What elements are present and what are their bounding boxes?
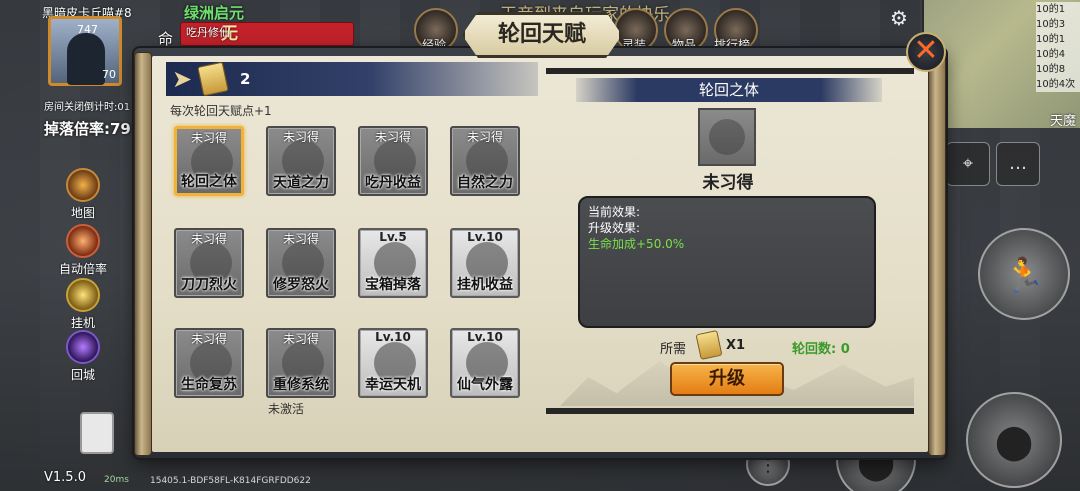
talent-name: 重修系统 xyxy=(273,377,329,393)
talent-points-count: 2 xyxy=(240,70,251,88)
auto-rate-icon xyxy=(66,224,100,258)
upgrade-button[interactable]: 升级 xyxy=(670,362,784,396)
menu-map-label: 地图 xyxy=(70,206,95,220)
menu-idle[interactable]: 挂机 xyxy=(50,278,116,331)
settings-gear-icon[interactable]: ⚙ xyxy=(890,6,908,30)
player-level: 70 xyxy=(102,68,116,81)
avatar-silhouette xyxy=(67,33,105,85)
close-button[interactable]: ✕ xyxy=(906,32,946,72)
minimap-labels: 10的1 10的3 10的1 10的4 10的8 10的4次 xyxy=(1036,2,1080,92)
server-mode-label: 绿洲启元 xyxy=(184,4,245,22)
talent-status: 未习得 xyxy=(282,232,319,246)
effect-box: 当前效果: 升级效果: 生命加成+50.0% xyxy=(578,196,876,328)
talent-name: 天道之力 xyxy=(273,175,329,191)
talent-status: 未习得 xyxy=(466,130,503,144)
room-close-timer: 房间关闭倒计时:01 xyxy=(44,102,131,113)
minimap-label: 10的4 xyxy=(1036,49,1066,60)
cost-count: X1 xyxy=(726,338,746,353)
menu-return-city-label: 回城 xyxy=(70,368,95,382)
ping-label: 20ms xyxy=(104,475,129,485)
talent-status: 未习得 xyxy=(282,130,319,144)
muscle-icon xyxy=(709,119,745,155)
arrow-icon: ➤ xyxy=(171,65,193,93)
talent-name: 修罗怒火 xyxy=(273,277,329,293)
chat-icon[interactable]: … xyxy=(996,142,1040,186)
scroll-rod-right xyxy=(928,52,946,456)
talent-status: Lv.5 xyxy=(379,230,407,244)
talent-status: 未习得 xyxy=(190,131,227,145)
jump-action-button[interactable]: 🏃 xyxy=(978,228,1070,320)
talent-cell[interactable]: Lv.10 挂机收益 xyxy=(450,228,520,298)
talent-cell[interactable]: Lv.5 宝箱掉落 xyxy=(358,228,428,298)
menu-auto-rate[interactable]: 自动倍率 xyxy=(50,224,116,277)
talent-status: Lv.10 xyxy=(467,230,503,244)
talent-name: 挂机收益 xyxy=(457,277,513,293)
player-top-number: 747 xyxy=(77,23,98,36)
device-id-label: 15405.1-BDF58FL-K814FGRFDD622 xyxy=(150,476,311,486)
idle-icon xyxy=(66,278,100,312)
cost-label: 所需 xyxy=(660,342,687,357)
talent-status: 未习得 xyxy=(190,332,227,346)
talent-cell[interactable]: Lv.10 仙气外露 xyxy=(450,328,520,398)
talent-points-hint: 每次轮回天赋点+1 xyxy=(170,104,272,118)
talent-cell[interactable]: 未习得 生命复苏 xyxy=(174,328,244,398)
minimap-label: 10的1 xyxy=(1036,34,1066,45)
map-icon xyxy=(66,168,100,202)
backpack-icon[interactable] xyxy=(80,412,114,454)
return-city-icon xyxy=(66,330,100,364)
detail-talent-icon xyxy=(698,108,756,166)
menu-map[interactable]: 地图 xyxy=(50,168,116,221)
menu-auto-rate-label: 自动倍率 xyxy=(58,262,107,276)
talent-cell[interactable]: 未习得 天道之力 xyxy=(266,126,336,196)
drop-rate: 掉落倍率:79 xyxy=(44,120,131,138)
cultivate-label: 吃丹修仙 xyxy=(186,26,230,39)
detail-title: 轮回之体 xyxy=(576,78,882,102)
talent-status: 未习得 xyxy=(190,232,227,246)
talent-cell[interactable]: 未习得 刀刀烈火 xyxy=(174,228,244,298)
minimap-label: 10的8 xyxy=(1036,64,1066,75)
talent-name: 轮回之体 xyxy=(181,174,237,190)
minimap-label: 10的3 xyxy=(1036,19,1066,30)
talent-name: 生命复苏 xyxy=(181,377,237,393)
talent-status: Lv.10 xyxy=(467,330,503,344)
talent-name: 幸运天机 xyxy=(365,377,421,393)
minimap-label: 10的4次 xyxy=(1036,79,1076,90)
talent-name: 吃丹收益 xyxy=(365,175,421,191)
prone-action-button[interactable]: ⬤ xyxy=(966,392,1062,488)
scroll-rod-left xyxy=(134,52,152,456)
talent-status: 未习得 xyxy=(282,332,319,346)
talent-name: 宝箱掉落 xyxy=(365,277,421,293)
menu-idle-label: 挂机 xyxy=(70,316,95,330)
talent-sub-note: 未激活 xyxy=(268,402,305,416)
upgrade-effect-value: 生命加成+50.0% xyxy=(588,237,685,251)
rebirth-count: 轮回数: 0 xyxy=(792,342,850,357)
talent-cell[interactable]: 未习得 重修系统 xyxy=(266,328,336,398)
talent-status: Lv.10 xyxy=(375,330,411,344)
talent-cell[interactable]: 未习得 自然之力 xyxy=(450,126,520,196)
version-label: V1.5.0 xyxy=(44,470,86,485)
upgrade-effect-label: 升级效果: xyxy=(588,221,641,235)
talent-cell[interactable]: 未习得 吃丹收益 xyxy=(358,126,428,196)
player-avatar[interactable]: 747 70 xyxy=(48,16,122,86)
talent-name: 刀刀烈火 xyxy=(181,277,237,293)
current-effect-label: 当前效果: xyxy=(588,205,641,219)
talent-name: 仙气外露 xyxy=(457,377,513,393)
demon-label: 天魔 xyxy=(1050,114,1077,129)
talent-cell[interactable]: 未习得 修罗怒火 xyxy=(266,228,336,298)
modal-title: 轮回天赋 xyxy=(462,12,622,58)
life-label: 命 xyxy=(158,30,174,48)
location-pin-icon[interactable]: ⌖ xyxy=(946,142,990,186)
detail-status: 未习得 xyxy=(702,173,754,193)
talent-cell[interactable]: 未习得 轮回之体 xyxy=(174,126,244,196)
talent-status: 未习得 xyxy=(374,130,411,144)
talent-cell[interactable]: Lv.10 幸运天机 xyxy=(358,328,428,398)
minimap-label: 10的1 xyxy=(1036,4,1066,15)
talent-name: 自然之力 xyxy=(457,175,513,191)
menu-return-city[interactable]: 回城 xyxy=(50,330,116,383)
